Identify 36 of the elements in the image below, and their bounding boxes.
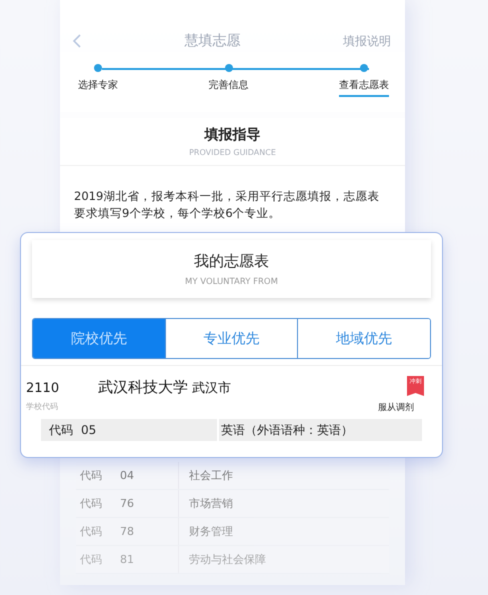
major-code: 05 — [81, 423, 96, 437]
major-name: 劳动与社会保障 — [178, 546, 266, 573]
code-caption: 学校代码 — [26, 401, 58, 413]
major-name: 英语（外语语种：英语） — [219, 419, 422, 441]
sort-tab[interactable]: 院校优先 — [33, 319, 165, 358]
step-label[interactable]: 选择专家 — [78, 78, 118, 97]
guide-subtitle: PROVIDED GUIDANCE — [60, 144, 405, 166]
major-code: 78 — [120, 525, 135, 538]
help-link[interactable]: 填报说明 — [343, 32, 391, 50]
guide-title: 填报指导 — [203, 126, 262, 144]
major-name: 市场营销 — [178, 490, 233, 517]
school-city: 武汉市 — [192, 380, 231, 397]
code-label: 代码 — [79, 468, 103, 483]
major-name: 财务管理 — [178, 518, 233, 545]
form-title: 我的志愿表 — [194, 252, 269, 270]
step-label[interactable]: 完善信息 — [208, 78, 248, 97]
code-label: 代码 — [79, 524, 103, 539]
major-code: 04 — [120, 469, 135, 482]
major-code: 81 — [120, 553, 135, 566]
school-code: 2110 — [26, 381, 60, 396]
page-title: 慧填志愿 — [184, 32, 240, 50]
guide-text: 2019湖北省，报考本科一批，采用平行志愿填报，志愿表要求填写9个学校，每个学校6个专业。 — [73, 188, 380, 222]
step-dot — [94, 64, 102, 72]
form-subtitle: MY VOLUNTARY FROM — [185, 276, 278, 286]
major-code: 76 — [120, 497, 135, 510]
step-dot — [360, 64, 368, 72]
major-name: 社会工作 — [178, 462, 233, 489]
school-name: 武汉科技大学 — [98, 378, 188, 397]
back-icon[interactable] — [72, 33, 82, 49]
code-label: 代码 — [79, 496, 103, 511]
adjust-note: 服从调剂 — [378, 402, 414, 414]
code-label: 代码 — [49, 422, 73, 438]
step-dot — [224, 64, 232, 72]
code-label: 代码 — [79, 552, 103, 567]
step-label[interactable]: 查看志愿表 — [339, 78, 389, 97]
sort-tab[interactable]: 地域优先 — [297, 319, 430, 358]
